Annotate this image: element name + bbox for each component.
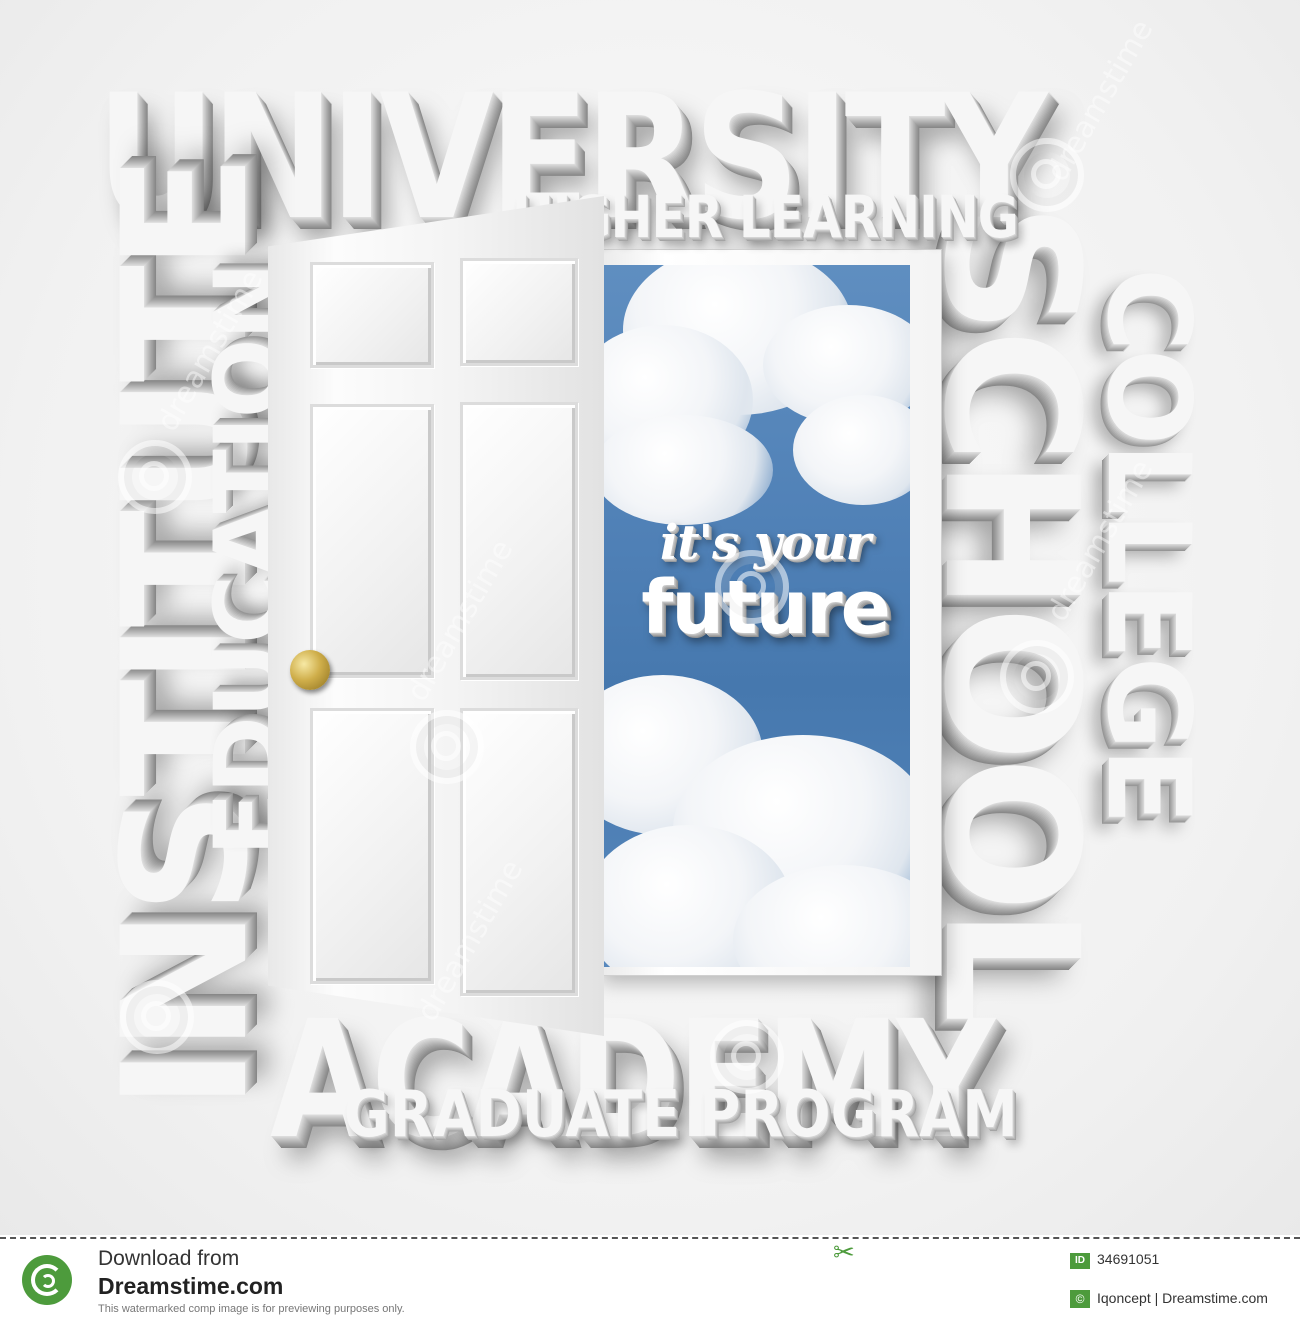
watermark-spiral-icon <box>120 980 194 1054</box>
watermark-text: dreamstime <box>1040 13 1161 188</box>
word-graduate-program: GRADUATE PROGRAM <box>344 1078 1018 1152</box>
watermark-spiral-icon <box>715 550 789 624</box>
image-id: 34691051 <box>1097 1251 1160 1267</box>
door-panel <box>310 262 434 368</box>
open-door <box>268 196 604 1036</box>
dashed-divider <box>0 1237 1300 1239</box>
watermark-spiral-icon <box>1000 640 1074 714</box>
copyright-icon: © <box>1070 1290 1090 1308</box>
id-badge: ID <box>1070 1253 1090 1269</box>
illustration: UNIVERSITY INSTITUTE SCHOOL COLLEGE ACAD… <box>0 0 1300 1235</box>
dreamstime-spiral-icon[interactable] <box>22 1255 72 1305</box>
site-link[interactable]: Dreamstime.com <box>98 1273 283 1300</box>
cloud <box>603 415 773 525</box>
footer: Download from Dreamstime.com This waterm… <box>0 1235 1300 1327</box>
watermark-spiral-icon <box>118 440 192 514</box>
door-knob-icon <box>290 650 330 690</box>
door-panel <box>460 258 578 366</box>
door-panel <box>460 402 578 680</box>
scissors-icon: ✂ <box>833 1238 855 1268</box>
download-text: Download from <box>98 1247 240 1270</box>
watermark-notice: This watermarked comp image is for previ… <box>98 1303 405 1315</box>
door-panel <box>310 404 434 678</box>
watermark-spiral-icon <box>410 710 484 784</box>
author-credit[interactable]: Iqoncept | Dreamstime.com <box>1097 1290 1268 1306</box>
watermark-spiral-icon <box>710 1020 784 1094</box>
